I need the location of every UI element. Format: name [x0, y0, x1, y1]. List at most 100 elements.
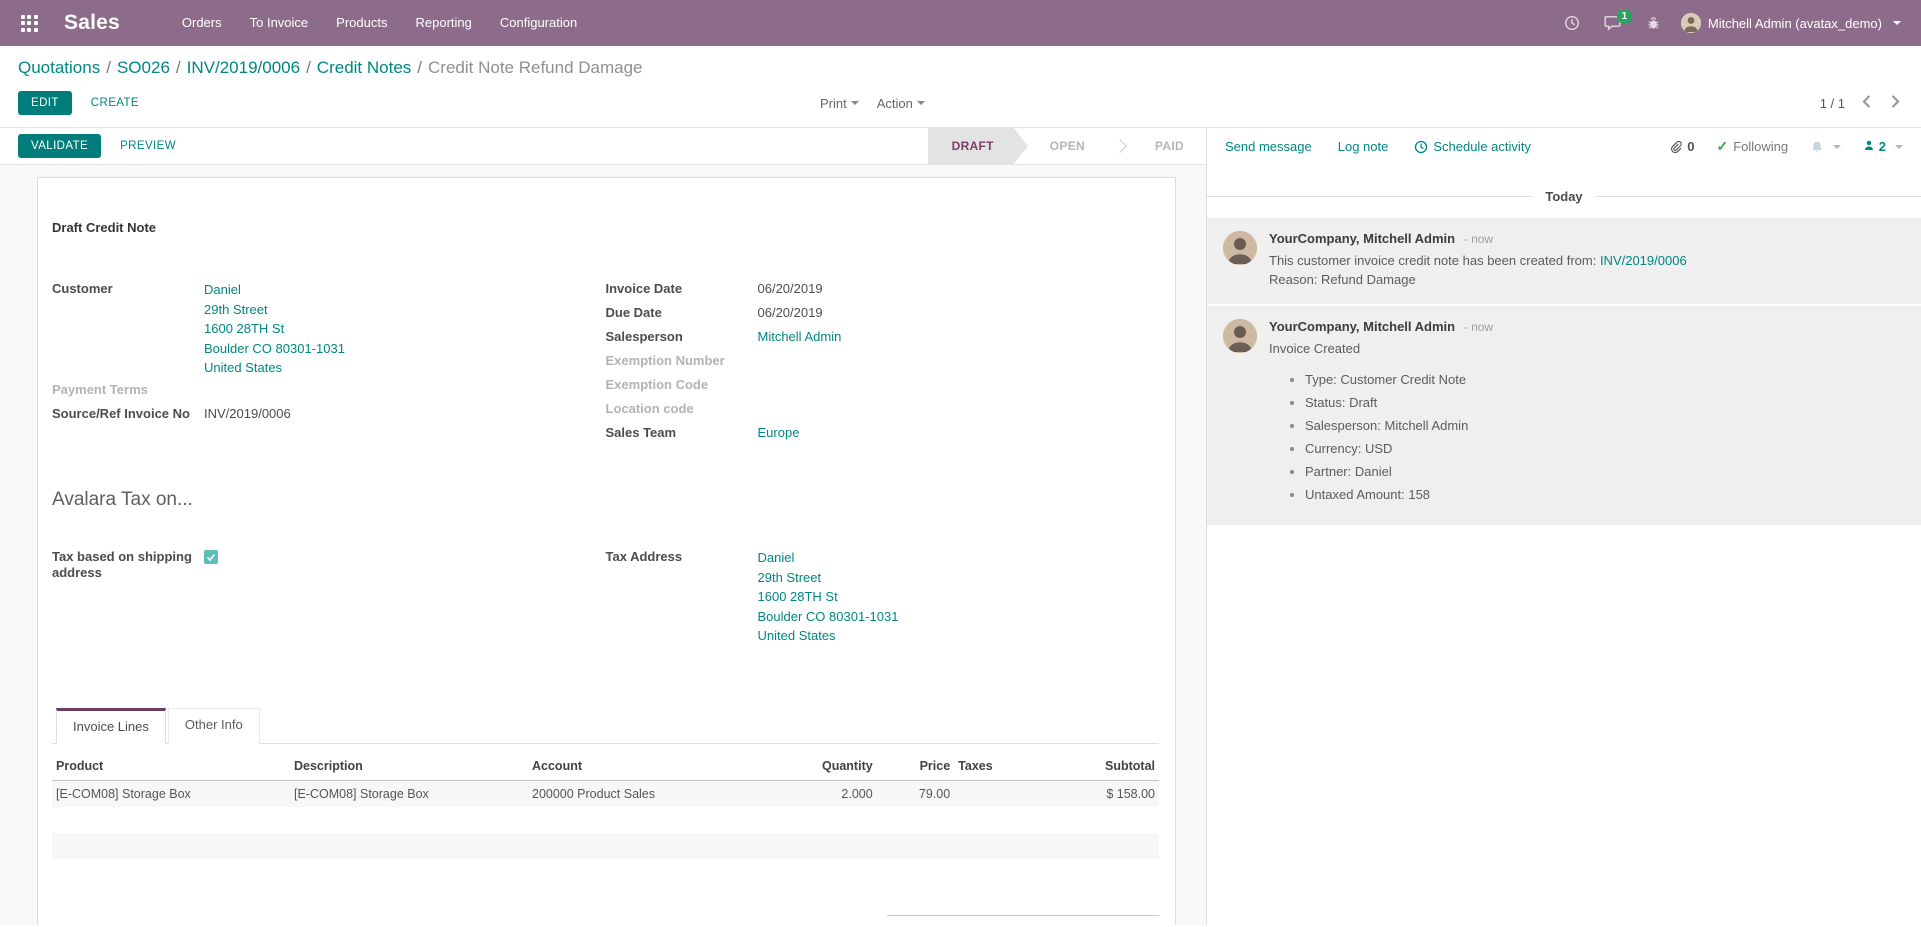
cell-account: 200000 Product Sales: [528, 780, 766, 807]
nav-item-to-invoice[interactable]: To Invoice: [236, 0, 323, 46]
salesperson-label: Salesperson: [606, 325, 758, 349]
sales-team-link[interactable]: Europe: [758, 425, 800, 440]
status-step-open[interactable]: OPEN: [1028, 128, 1107, 164]
avalara-field-grid: Tax based on shipping address Tax Addres…: [52, 545, 1159, 646]
activities-clock-icon[interactable]: [1556, 11, 1588, 35]
tax-address-line[interactable]: United States: [758, 626, 899, 646]
field-source-invoice: Source/Ref Invoice No INV/2019/0006: [52, 402, 606, 426]
breadcrumb: Quotations/SO026/INV/2019/0006/Credit No…: [18, 58, 1903, 78]
nav-item-products[interactable]: Products: [322, 0, 401, 46]
breadcrumb-quotations[interactable]: Quotations: [18, 58, 100, 77]
messages-icon[interactable]: 1: [1596, 11, 1630, 35]
action-menu[interactable]: Action: [877, 96, 925, 111]
payment-terms-label: Payment Terms: [52, 378, 204, 402]
field-payment-terms: Payment Terms: [52, 378, 606, 402]
salesperson-link[interactable]: Mitchell Admin: [758, 329, 842, 344]
tab-other-info[interactable]: Other Info: [168, 708, 260, 744]
message-invoice-link[interactable]: INV/2019/0006: [1600, 253, 1687, 268]
log-note-button[interactable]: Log note: [1338, 139, 1389, 154]
followers-button[interactable]: 2: [1863, 139, 1903, 154]
message-author: YourCompany, Mitchell Admin: [1269, 231, 1455, 246]
nav-item-orders[interactable]: Orders: [168, 0, 236, 46]
user-menu[interactable]: Mitchell Admin (avatax_demo): [1677, 13, 1905, 33]
send-message-button[interactable]: Send message: [1225, 139, 1312, 154]
edit-button[interactable]: EDIT: [18, 91, 72, 115]
breadcrumb-invoice[interactable]: INV/2019/0006: [187, 58, 300, 77]
empty-row: [52, 833, 1159, 859]
paperclip-icon: [1669, 140, 1682, 154]
customer-label: Customer: [52, 277, 204, 301]
col-price: Price: [877, 752, 954, 781]
customer-link[interactable]: Daniel: [204, 280, 345, 300]
tab-invoice-lines[interactable]: Invoice Lines: [56, 708, 166, 744]
due-date-label: Due Date: [606, 301, 758, 325]
avalara-section-title: Avalara Tax on...: [52, 489, 1159, 511]
totals-block: Untaxed Amount: $ 158.00 Tax: $ 12.42 To…: [887, 915, 1159, 926]
message-avatar: [1223, 231, 1257, 265]
message-title: Invoice Created: [1269, 339, 1901, 358]
message-avatar: [1223, 319, 1257, 353]
user-name: Mitchell Admin (avatax_demo): [1708, 16, 1882, 31]
pager-previous-button[interactable]: [1859, 93, 1873, 113]
apps-grid-icon[interactable]: [16, 10, 42, 36]
sales-team-label: Sales Team: [606, 421, 758, 445]
source-invoice-label: Source/Ref Invoice No: [52, 402, 204, 426]
nav-item-configuration[interactable]: Configuration: [486, 0, 591, 46]
bell-icon: [1810, 140, 1824, 154]
validate-button[interactable]: VALIDATE: [18, 134, 101, 158]
status-steps: DRAFT OPEN PAID: [928, 128, 1206, 164]
cell-taxes: [954, 780, 1048, 807]
preview-button[interactable]: PREVIEW: [107, 134, 189, 158]
messages-badge: 1: [1617, 9, 1632, 24]
form-statusbar: VALIDATE PREVIEW DRAFT OPEN PAID: [0, 128, 1206, 165]
breadcrumb-current: Credit Note Refund Damage: [428, 58, 643, 77]
pager: 1 / 1: [1820, 93, 1903, 113]
customer-address-line[interactable]: 29th Street: [204, 300, 345, 320]
message-detail-list: Type: Customer Credit Note Status: Draft…: [1269, 372, 1901, 502]
status-step-draft[interactable]: DRAFT: [928, 128, 1028, 164]
top-navbar: Sales Orders To Invoice Products Reporti…: [0, 0, 1921, 46]
tax-address-line[interactable]: 1600 28TH St: [758, 587, 899, 607]
create-button[interactable]: CREATE: [78, 91, 152, 115]
chevron-down-icon: [1893, 21, 1901, 25]
control-panel: Quotations/SO026/INV/2019/0006/Credit No…: [0, 46, 1921, 128]
print-menu[interactable]: Print: [820, 96, 859, 111]
field-tax-address: Tax Address Daniel 29th Street 1600 28TH…: [606, 545, 1160, 646]
breadcrumb-so026[interactable]: SO026: [117, 58, 170, 77]
control-buttons-row: EDIT CREATE Print Action 1 / 1: [18, 89, 1903, 117]
message-detail-item: Status: Draft: [1305, 395, 1901, 410]
form-scroll-area[interactable]: Draft Credit Note Customer Daniel 29th S…: [0, 165, 1206, 925]
table-row[interactable]: [E-COM08] Storage Box [E-COM08] Storage …: [52, 780, 1159, 807]
following-button[interactable]: ✓ Following: [1716, 138, 1788, 155]
table-header-row: Product Description Account Quantity Pri…: [52, 752, 1159, 781]
field-location-code: Location code: [606, 397, 1160, 421]
breadcrumb-credit-notes[interactable]: Credit Notes: [317, 58, 411, 77]
field-invoice-date: Invoice Date 06/20/2019: [606, 277, 1160, 301]
app-menu: Orders To Invoice Products Reporting Con…: [168, 0, 591, 46]
source-invoice-value: INV/2019/0006: [204, 402, 291, 426]
tax-address-line[interactable]: 29th Street: [758, 568, 899, 588]
bug-icon[interactable]: [1638, 11, 1669, 35]
nav-item-reporting[interactable]: Reporting: [401, 0, 485, 46]
breadcrumb-separator: /: [170, 58, 187, 77]
field-tax-based-on-shipping: Tax based on shipping address: [52, 545, 606, 581]
tax-address-link[interactable]: Daniel: [758, 548, 899, 568]
untaxed-amount-row: Untaxed Amount: $ 158.00: [887, 915, 1159, 926]
notification-bell-button[interactable]: [1810, 140, 1841, 154]
customer-address-line[interactable]: Boulder CO 80301-1031: [204, 339, 345, 359]
attachments-button[interactable]: 0: [1669, 139, 1694, 154]
customer-address-line[interactable]: United States: [204, 358, 345, 378]
invoice-date-label: Invoice Date: [606, 277, 758, 301]
tax-shipping-checkbox[interactable]: [204, 550, 218, 564]
tax-address-line[interactable]: Boulder CO 80301-1031: [758, 607, 899, 627]
col-taxes: Taxes: [954, 752, 1048, 781]
breadcrumb-separator: /: [300, 58, 317, 77]
untaxed-amount-label: Untaxed Amount:: [887, 923, 1067, 926]
field-due-date: Due Date 06/20/2019: [606, 301, 1160, 325]
chatter-pane: Send message Log note Schedule activity …: [1207, 128, 1921, 925]
message-detail-item: Salesperson: Mitchell Admin: [1305, 418, 1901, 433]
status-step-paid[interactable]: PAID: [1133, 128, 1206, 164]
customer-address-line[interactable]: 1600 28TH St: [204, 319, 345, 339]
schedule-activity-button[interactable]: Schedule activity: [1414, 139, 1531, 154]
pager-next-button[interactable]: [1889, 93, 1903, 113]
